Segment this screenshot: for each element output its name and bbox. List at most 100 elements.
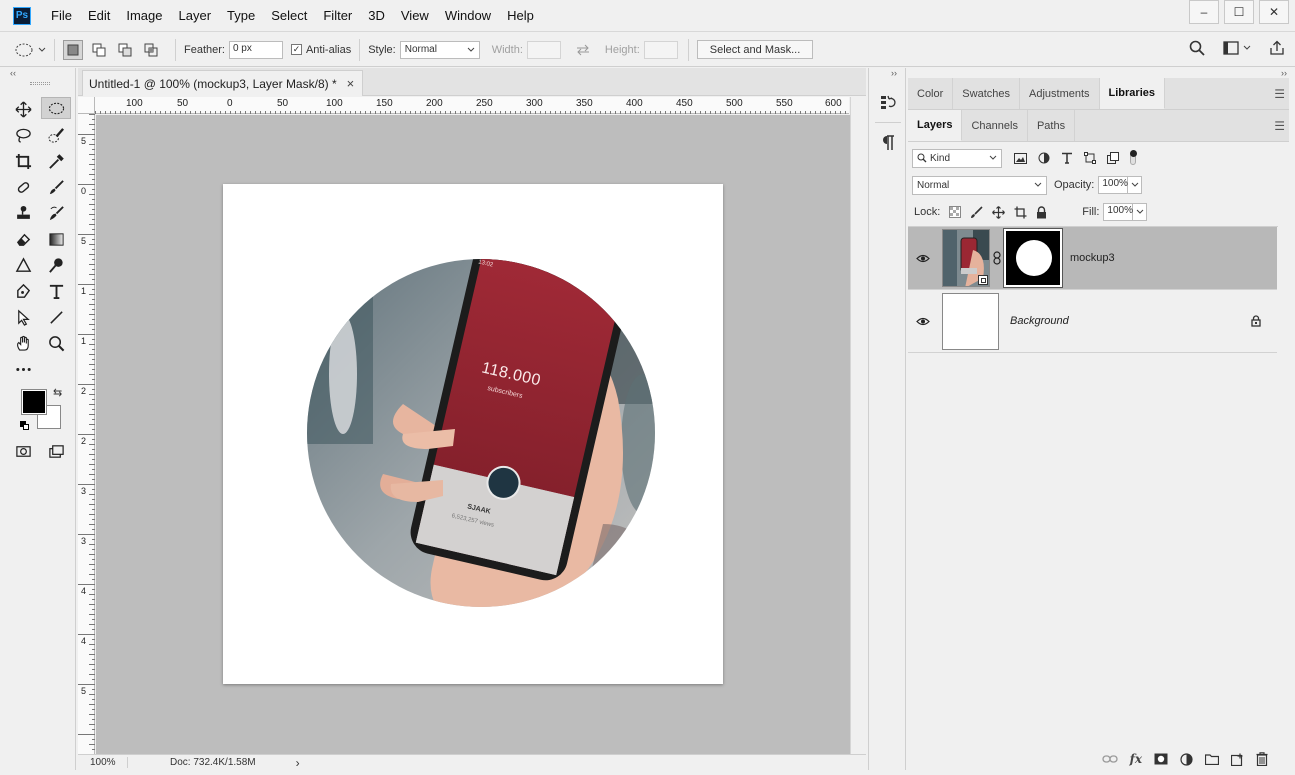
layer-kind-filter[interactable]: Kind [912, 148, 1002, 168]
new-selection-button[interactable] [63, 39, 83, 60]
lasso-tool[interactable] [8, 124, 38, 146]
lock-image-pixels-icon[interactable] [970, 205, 983, 219]
menu-window[interactable]: Window [437, 8, 499, 23]
panel-menu-icon[interactable]: ☰ [1274, 119, 1285, 133]
ruler-origin[interactable] [78, 97, 95, 114]
layer-name[interactable]: Background [1010, 315, 1069, 327]
lock-transparent-pixels-icon[interactable] [949, 206, 962, 218]
quick-mask-button[interactable] [8, 440, 38, 462]
lock-artboard-icon[interactable] [1014, 206, 1027, 219]
antialias-checkbox[interactable]: ✓ [290, 44, 302, 55]
menu-help[interactable]: Help [499, 8, 542, 23]
add-mask-icon[interactable] [1154, 753, 1168, 765]
layer-row-mockup3[interactable]: mockup3 [908, 227, 1277, 290]
feather-input[interactable]: 0 px [228, 40, 283, 59]
layer-row-background[interactable]: Background [908, 290, 1277, 353]
edit-toolbar-button[interactable] [8, 358, 38, 380]
quick-selection-tool[interactable] [41, 124, 71, 146]
tab-adjustments[interactable]: Adjustments [1020, 78, 1100, 109]
maximize-button[interactable]: ☐ [1224, 0, 1254, 24]
trash-icon[interactable] [1256, 752, 1268, 766]
layer-visibility-toggle[interactable] [908, 254, 938, 263]
collapse-arrows-icon[interactable]: ›› [891, 68, 897, 78]
eyedropper-tool[interactable] [41, 150, 71, 172]
menu-3d[interactable]: 3D [360, 8, 393, 23]
link-layers-icon[interactable] [1102, 754, 1118, 764]
menu-type[interactable]: Type [219, 8, 263, 23]
layers-list-empty-area[interactable] [908, 353, 1278, 747]
tab-color[interactable]: Color [908, 78, 954, 109]
menu-layer[interactable]: Layer [171, 8, 220, 23]
add-selection-button[interactable] [89, 40, 109, 60]
vertical-ruler[interactable]: 5 0 5 1 1 2 2 3 3 4 4 5 [78, 114, 95, 754]
blend-mode-select[interactable]: Normal [912, 175, 1047, 195]
tab-channels[interactable]: Channels [962, 110, 1028, 141]
menu-file[interactable]: File [43, 8, 80, 23]
lock-position-icon[interactable] [992, 205, 1006, 219]
layer-thumbnail[interactable] [942, 229, 990, 287]
tab-layers[interactable]: Layers [908, 110, 963, 141]
healing-brush-tool[interactable] [8, 176, 38, 198]
document-canvas[interactable]: 13:02 118.000 subscribers SJAAK 6,523,25… [223, 184, 723, 684]
menu-view[interactable]: View [393, 8, 437, 23]
new-group-icon[interactable] [1205, 753, 1219, 765]
dodge-tool[interactable] [41, 254, 71, 276]
paragraph-panel-icon[interactable] [877, 132, 899, 154]
hand-tool[interactable] [8, 332, 38, 354]
default-colors-icon[interactable] [20, 421, 30, 431]
type-filter-icon[interactable] [1061, 152, 1073, 164]
select-and-mask-button[interactable]: Select and Mask... [696, 40, 814, 59]
zoom-tool[interactable] [41, 332, 71, 354]
share-icon[interactable] [1269, 40, 1285, 56]
close-button[interactable]: ✕ [1259, 0, 1289, 24]
tab-swatches[interactable]: Swatches [953, 78, 1020, 109]
history-panel-icon[interactable] [877, 92, 899, 114]
foreground-color-swatch[interactable] [21, 389, 47, 415]
panel-grip[interactable] [30, 82, 50, 85]
width-input[interactable] [526, 40, 561, 59]
style-select[interactable]: Normal [399, 40, 480, 59]
adjustment-layer-icon[interactable] [1180, 752, 1193, 766]
move-tool[interactable] [8, 98, 38, 120]
document-tab[interactable]: Untitled-1 @ 100% (mockup3, Layer Mask/8… [82, 70, 364, 96]
crop-tool[interactable] [8, 150, 38, 172]
image-filter-icon[interactable] [1014, 152, 1027, 164]
workspace-switcher[interactable] [1223, 41, 1251, 55]
gradient-tool[interactable] [41, 228, 71, 250]
opacity-input[interactable]: 100% [1098, 176, 1129, 194]
menu-image[interactable]: Image [118, 8, 170, 23]
mask-link-icon[interactable] [990, 251, 1004, 265]
height-input[interactable] [643, 40, 678, 59]
screen-mode-button[interactable] [41, 440, 71, 462]
adjustment-filter-icon[interactable] [1038, 152, 1050, 164]
panel-menu-icon[interactable]: ☰ [1274, 87, 1285, 101]
menu-select[interactable]: Select [263, 8, 315, 23]
intersect-selection-button[interactable] [141, 40, 161, 60]
type-tool[interactable] [41, 280, 71, 302]
swap-dimensions-icon[interactable] [575, 44, 591, 56]
horizontal-ruler[interactable]: 100 50 0 50 100 150 200 250 300 350 400 … [95, 97, 849, 114]
status-menu-arrow[interactable]: › [296, 756, 300, 770]
vertical-scrollbar[interactable] [850, 97, 866, 754]
filter-toggle-switch[interactable] [1130, 150, 1137, 165]
zoom-level[interactable]: 100% [78, 757, 128, 768]
eraser-tool[interactable] [8, 228, 38, 250]
layer-thumbnail[interactable] [942, 292, 999, 350]
new-layer-icon[interactable] [1231, 753, 1244, 766]
minimize-button[interactable]: – [1189, 0, 1219, 24]
layer-mask-thumbnail[interactable] [1003, 228, 1063, 288]
canvas-area[interactable]: 13:02 118.000 subscribers SJAAK 6,523,25… [96, 115, 850, 754]
path-selection-tool[interactable] [8, 306, 38, 328]
layer-name[interactable]: mockup3 [1070, 252, 1115, 264]
tab-libraries[interactable]: Libraries [1099, 78, 1165, 109]
history-brush-tool[interactable] [41, 202, 71, 224]
tool-preset-picker[interactable] [14, 43, 46, 57]
swap-colors-icon[interactable]: ⇆ [53, 386, 62, 399]
elliptical-marquee-tool[interactable] [41, 97, 71, 119]
search-icon[interactable] [1189, 40, 1205, 56]
fill-input[interactable]: 100% [1103, 203, 1134, 221]
fill-slider-toggle[interactable] [1133, 203, 1148, 221]
lock-all-icon[interactable] [1036, 205, 1047, 219]
subtract-selection-button[interactable] [115, 40, 135, 60]
layer-visibility-toggle[interactable] [908, 317, 938, 326]
